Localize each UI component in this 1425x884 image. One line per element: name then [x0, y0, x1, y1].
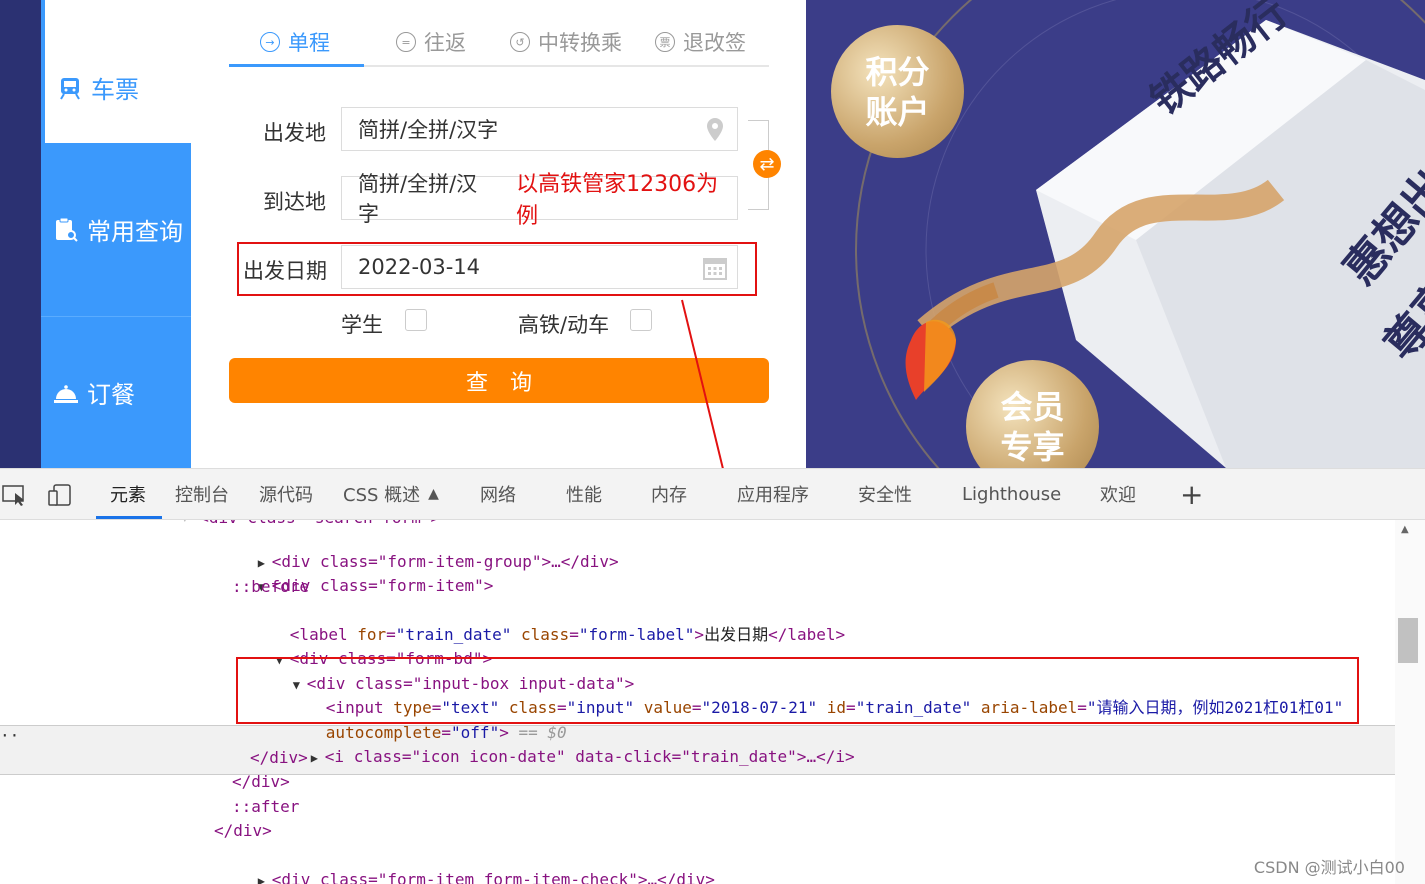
date-highlight-box [237, 242, 757, 296]
arrow-right-icon: → [260, 32, 280, 52]
devtools-tab-sources[interactable]: 源代码 [259, 469, 313, 519]
node-tag: </label> [768, 625, 846, 644]
devtools-tab-lighthouse[interactable]: Lighthouse [962, 469, 1061, 519]
promo-banner[interactable]: 积分 账户 会员 专享 铁路畅行 惠想出 尊享 [806, 0, 1425, 468]
dom-row[interactable]: ▼ <div class="form-bd"> [218, 623, 492, 668]
refresh-icon: ↺ [510, 32, 530, 52]
device-toolbar-icon[interactable] [48, 483, 74, 507]
dom-row-after[interactable]: ::after [232, 795, 299, 819]
from-placeholder: 简拼/全拼/汉字 [358, 118, 499, 142]
clipboard-search-icon [56, 217, 78, 242]
attr-name: class [521, 625, 570, 644]
web-page: 车票 常用查询 订餐 → 单程 = 往返 ↺ 中转换乘 票 退改签 出发地 简拼… [0, 0, 1425, 468]
from-input[interactable]: 简拼/全拼/汉字 [341, 107, 738, 151]
tab-active-underline [229, 64, 364, 67]
coin-text: 积分 [865, 52, 930, 91]
train-icon [60, 77, 80, 100]
vertical-scrollbar[interactable] [1395, 520, 1425, 884]
tab-round-trip[interactable]: = 往返 [396, 22, 466, 62]
equals-icon: = [396, 32, 416, 52]
devtools-tab-welcome[interactable]: 欢迎 [1100, 469, 1136, 519]
dom-row[interactable]: ▼ <div class="form-item"> [200, 550, 494, 595]
tab-transfer[interactable]: ↺ 中转换乘 [510, 22, 622, 62]
devtools-tab-performance[interactable]: 性能 [566, 469, 602, 519]
dom-row[interactable]: </div> [214, 819, 272, 843]
devtools-tab-css-overview[interactable]: CSS 概述 ▲ [343, 469, 439, 519]
to-input[interactable]: 简拼/全拼/汉字 以高铁管家12306为例 [341, 172, 738, 229]
scroll-thumb[interactable] [1398, 618, 1418, 663]
sidebar-item-label: 车票 [91, 76, 139, 104]
points-account-coin[interactable]: 积分 账户 [831, 25, 964, 158]
dom-row[interactable]: </div> [232, 770, 290, 794]
node-text: 出发日期 [704, 625, 769, 644]
devtools-tab-application[interactable]: 应用程序 [737, 469, 809, 519]
devtools-tab-elements[interactable]: 元素 [110, 469, 146, 519]
expand-icon[interactable]: ▶ [311, 746, 325, 770]
devtools-tab-memory[interactable]: 内存 [651, 469, 687, 519]
tab-label: CSS 概述 [343, 485, 421, 506]
coin-text: 账户 [865, 92, 930, 131]
sidebar-item-common-query[interactable]: 常用查询 [41, 143, 191, 316]
selected-node-red-box [236, 657, 1359, 724]
ticket-icon: 票 [655, 32, 675, 52]
location-pin-icon [707, 118, 723, 141]
devtools-toolbar: 元素 控制台 源代码 CSS 概述 ▲ 网络 性能 内存 应用程序 安全性 Li… [0, 468, 1425, 520]
tab-label: 单程 [288, 31, 330, 55]
search-button[interactable]: 查询 [229, 358, 769, 403]
sidebar-item-label: 常用查询 [87, 218, 183, 246]
tab-label: 往返 [424, 31, 466, 55]
add-tab-button[interactable]: + [1180, 469, 1203, 519]
flask-icon: ▲ [428, 486, 439, 502]
expand-icon[interactable]: ▶ [258, 869, 272, 884]
coin-text: 专享 [1000, 427, 1065, 466]
highspeed-label: 高铁/动车 [518, 313, 610, 337]
node-text: <div class="form-item form-item-check">…… [271, 870, 715, 884]
dom-row[interactable]: </div> [250, 746, 308, 770]
dom-row[interactable]: <label for="train_date" class="form-labe… [232, 599, 845, 644]
from-label: 出发地 [263, 121, 326, 145]
annotation-text: 以高铁管家12306为例 [516, 172, 719, 229]
devtools-tab-underline [96, 516, 162, 519]
sidebar-item-meal[interactable]: 订餐 [41, 317, 191, 468]
tab-refund-change[interactable]: 票 退改签 [655, 22, 746, 62]
highspeed-checkbox[interactable] [630, 309, 652, 331]
dom-row-before[interactable]: ::before [232, 575, 309, 599]
swap-icon[interactable]: ⇄ [753, 150, 781, 178]
row-ellipsis: ·· [0, 726, 20, 745]
scroll-up-icon[interactable]: ▲ [1401, 524, 1409, 535]
tab-one-way[interactable]: → 单程 [260, 22, 330, 62]
node-text: <i class="icon icon-date" data-click="tr… [324, 747, 855, 766]
dom-row[interactable]: ▶ <div class="form-item-group">…</div> [200, 526, 619, 571]
tab-label: 退改签 [683, 31, 746, 55]
left-stripe [0, 0, 41, 468]
to-label: 到达地 [263, 190, 326, 214]
attr-value: "form-label" [578, 625, 695, 644]
devtools-tab-console[interactable]: 控制台 [175, 469, 229, 519]
dom-row[interactable]: ▶ <div class="form-item form-item-check">… [200, 844, 715, 884]
devtools-tab-security[interactable]: 安全性 [858, 469, 912, 519]
to-placeholder: 简拼/全拼/汉字 [358, 172, 478, 226]
dom-row[interactable]: ▶ <i class="icon icon-date" data-click="t… [253, 721, 855, 766]
tab-label: 中转换乘 [538, 31, 622, 55]
watermark: CSDN @测试小白00 [1253, 858, 1405, 877]
devtools-tab-network[interactable]: 网络 [480, 469, 516, 519]
coin-text: 会员 [1000, 387, 1065, 426]
cloche-icon [54, 384, 78, 403]
sidebar-item-label: 订餐 [87, 381, 135, 409]
inspect-element-icon[interactable] [2, 483, 28, 507]
student-checkbox[interactable] [405, 309, 427, 331]
student-label: 学生 [341, 313, 383, 337]
